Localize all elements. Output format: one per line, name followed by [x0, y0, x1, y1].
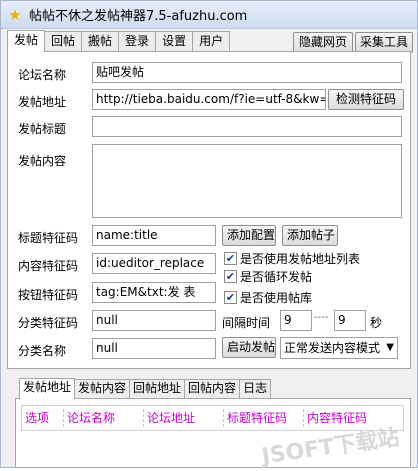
tab-user[interactable]: 用户: [192, 31, 231, 51]
star-app-icon: ★: [8, 5, 22, 24]
title-code-label: 标题特征码: [18, 231, 79, 245]
start-post-button[interactable]: 启动发帖: [222, 337, 276, 358]
interval-label: 间隔时间: [222, 316, 271, 330]
button-code-label: 按钮特征码: [18, 288, 79, 302]
add-post-button[interactable]: 添加帖子: [282, 225, 338, 246]
tab-settings[interactable]: 设置: [155, 31, 194, 51]
tab-reply-content[interactable]: 回帖内容: [184, 379, 241, 398]
app-window: ★ 帖帖不休之发帖神器7.5-afuzhu.com 发帖 回帖 搬帖 登录 设置…: [0, 0, 418, 470]
collect-tool-button[interactable]: 采集工具: [355, 32, 413, 53]
window-title: 帖帖不休之发帖神器7.5-afuzhu.com: [29, 9, 248, 24]
check-icon: ✔: [224, 270, 237, 283]
post-title-input[interactable]: [92, 116, 402, 137]
check-icon: ✔: [224, 252, 237, 265]
content-code-label: 内容特征码: [18, 259, 79, 273]
post-title-label: 发帖标题: [18, 122, 67, 136]
check-icon: ✔: [224, 291, 237, 304]
post-url-input[interactable]: http://tieba.baidu.com/f?ie=utf-8&kw=贴: [92, 89, 326, 110]
post-content-label: 发帖内容: [18, 154, 67, 168]
content-code-input[interactable]: id:ueditor_replace: [92, 253, 216, 274]
chevron-down-icon: ▼: [386, 342, 394, 353]
post-content-textarea[interactable]: [92, 144, 402, 218]
add-config-button[interactable]: 添加配置: [222, 225, 276, 246]
category-code-label: 分类特征码: [18, 316, 79, 330]
category-name-label: 分类名称: [18, 344, 67, 358]
tab-post-url[interactable]: 发帖地址: [19, 378, 76, 399]
column-forum-url[interactable]: 论坛地址: [144, 409, 224, 427]
loop-post-checkbox[interactable]: ✔ 是否循环发帖: [224, 268, 312, 285]
post-url-grid: 选项 论坛名称 论坛地址 标题特征码 内容特征码 JSOFT下载站: [15, 398, 411, 470]
forum-name-label: 论坛名称: [18, 68, 67, 82]
interval-to-input[interactable]: 9: [334, 310, 366, 331]
tab-login[interactable]: 登录: [118, 31, 157, 51]
post-panel: 论坛名称 贴吧发帖 发帖地址 http://tieba.baidu.com/f?…: [7, 51, 411, 369]
column-forum-name[interactable]: 论坛名称: [64, 409, 144, 427]
loop-post-label: 是否循环发帖: [240, 270, 313, 284]
send-mode-select[interactable]: 正常发送内容模式 ▼: [280, 337, 398, 359]
use-url-list-checkbox[interactable]: ✔ 是否使用发帖地址列表: [224, 250, 360, 267]
detect-code-button[interactable]: 检测特征码: [328, 89, 404, 110]
use-post-library-label: 是否使用帖库: [240, 291, 313, 305]
title-bar: ★ 帖帖不休之发帖神器7.5-afuzhu.com: [1, 1, 417, 29]
tab-move[interactable]: 搬帖: [81, 31, 120, 51]
interval-unit: 秒: [370, 316, 383, 330]
top-tab-bar: 发帖 回帖 搬帖 登录 设置 用户: [7, 30, 231, 52]
tab-post[interactable]: 发帖: [7, 30, 46, 52]
button-code-input[interactable]: tag:EM&txt:发 表: [92, 282, 216, 303]
use-post-library-checkbox[interactable]: ✔ 是否使用帖库: [224, 289, 312, 306]
bottom-tab-bar: 发帖地址 发帖内容 回帖地址 回帖内容 日志: [19, 378, 272, 400]
category-code-input[interactable]: null: [92, 310, 216, 331]
tab-reply[interactable]: 回帖: [44, 31, 83, 51]
title-code-input[interactable]: name:title: [92, 225, 216, 246]
interval-separator: ----: [314, 312, 329, 323]
post-url-label: 发帖地址: [18, 95, 67, 109]
forum-name-input[interactable]: 贴吧发帖: [92, 62, 402, 83]
column-title-code[interactable]: 标题特征码: [224, 409, 304, 427]
send-mode-value: 正常发送内容模式: [284, 341, 381, 355]
tab-log[interactable]: 日志: [239, 379, 272, 398]
interval-from-input[interactable]: 9: [280, 310, 312, 331]
tab-post-content[interactable]: 发帖内容: [74, 379, 131, 398]
category-name-input[interactable]: null: [92, 338, 216, 359]
column-option[interactable]: 选项: [22, 409, 64, 427]
tab-reply-url[interactable]: 回帖地址: [129, 379, 186, 398]
use-url-list-label: 是否使用发帖地址列表: [240, 252, 361, 266]
hide-web-button[interactable]: 隐藏网页: [293, 32, 353, 53]
